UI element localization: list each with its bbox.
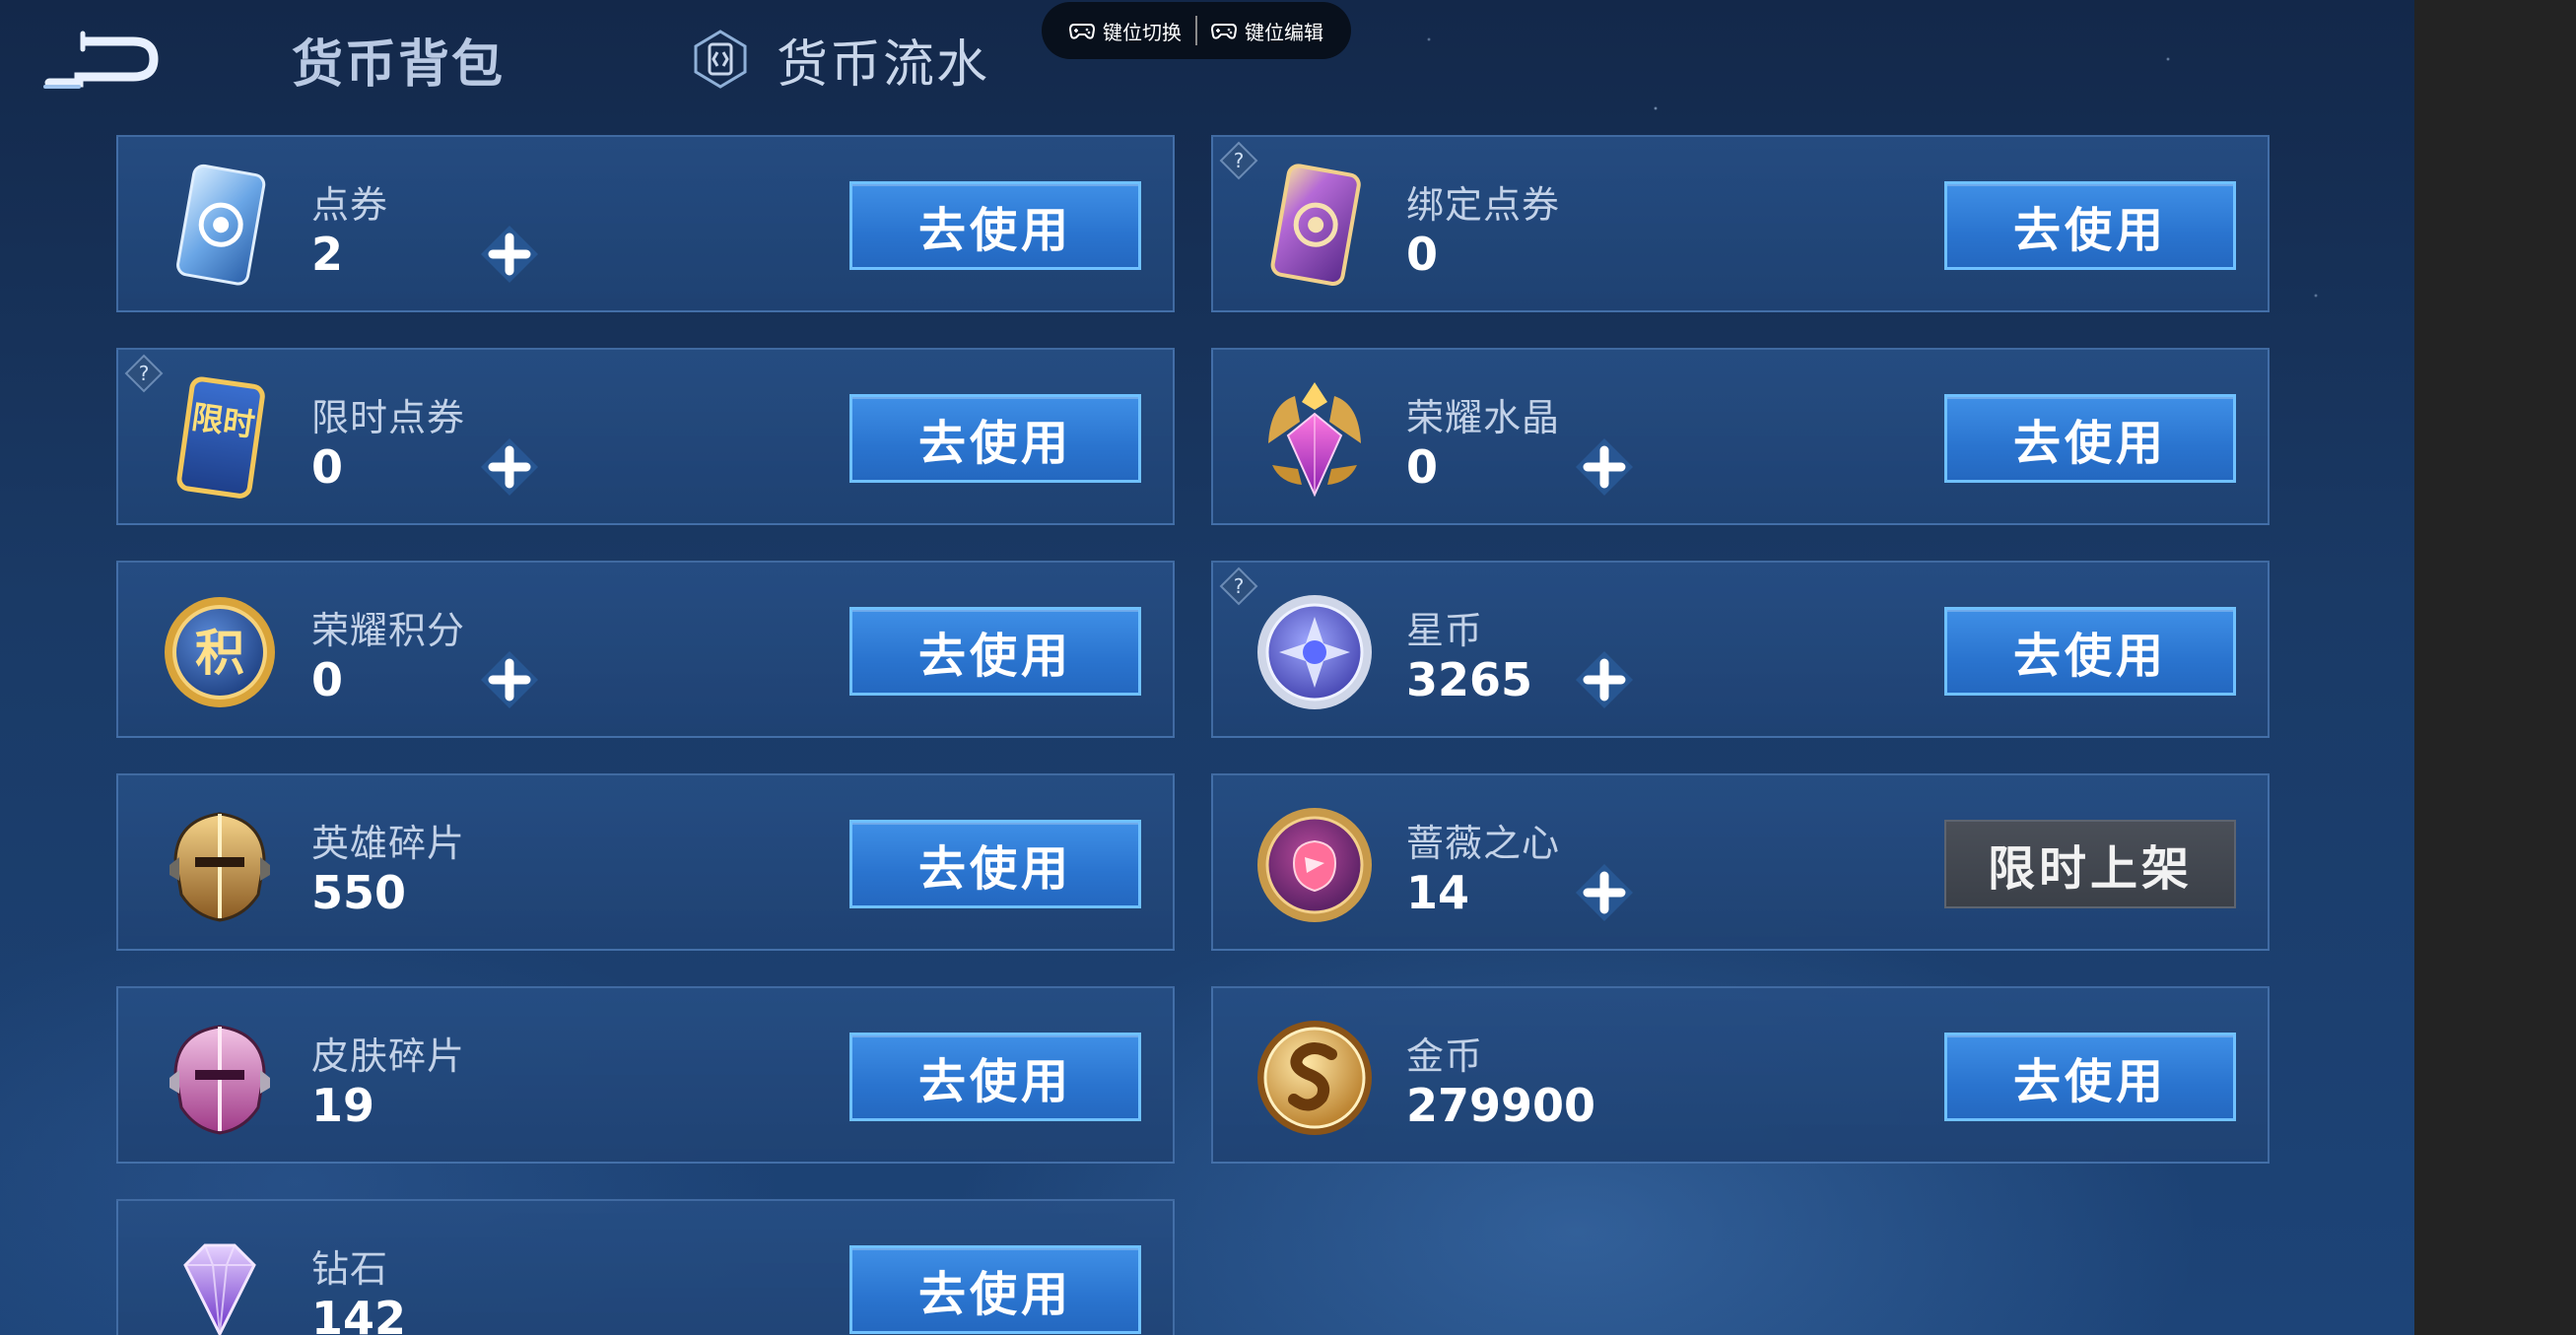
plus-icon <box>1576 864 1633 921</box>
tab-currency-flow[interactable]: 货币流水 <box>690 20 989 99</box>
skin-fragment-icon <box>156 1013 284 1141</box>
currency-card-diamond: 钻石 142 去使用 <box>116 1199 1175 1335</box>
use-glory-crystal-button[interactable]: 去使用 <box>1944 394 2236 483</box>
add-glory-crystal-button[interactable] <box>1572 434 1637 500</box>
svg-text:?: ? <box>139 362 150 385</box>
currency-name: 英雄碎片 <box>311 822 466 865</box>
currency-backpack-screen: 货币背包 货币流水 键位切换 键位编辑 点券 2 去使用 ? 绑定点券 0 去使… <box>0 0 2414 1335</box>
currency-card-limited-voucher: ? 限时 限时点券 0 去使用 <box>116 348 1175 525</box>
currency-card-rose-heart: 蔷薇之心 14 限时上架 <box>1211 773 2270 951</box>
back-button[interactable] <box>39 28 163 97</box>
currency-card-glory-crystal: 荣耀水晶 0 去使用 <box>1211 348 2270 525</box>
currency-name: 星币 <box>1406 609 1484 652</box>
tab-currency-backpack[interactable]: 货币背包 <box>292 20 505 99</box>
screen-letterbox <box>2414 0 2576 1335</box>
diamond-icon <box>156 1226 284 1335</box>
currency-name: 金币 <box>1406 1035 1484 1078</box>
currency-value: 0 <box>311 440 344 494</box>
voucher-card-icon <box>156 162 284 290</box>
currency-card-star-coin: ? 星币 3265 去使用 <box>1211 561 2270 738</box>
plus-icon <box>1576 438 1633 496</box>
currency-name: 蔷薇之心 <box>1406 822 1561 865</box>
keymap-edit-button[interactable]: 键位编辑 <box>1197 17 1337 45</box>
currency-value: 0 <box>1406 228 1439 281</box>
gold-coin-icon <box>1251 1013 1379 1141</box>
glory-points-icon: 积 <box>156 587 284 715</box>
add-glory-points-button[interactable] <box>477 647 542 712</box>
use-hero-fragment-button[interactable]: 去使用 <box>849 820 1141 908</box>
hero-fragment-icon <box>156 800 284 928</box>
use-voucher-button[interactable]: 去使用 <box>849 181 1141 270</box>
use-skin-fragment-button[interactable]: 去使用 <box>849 1033 1141 1121</box>
currency-name: 荣耀积分 <box>311 609 466 652</box>
bound-voucher-card-icon <box>1251 162 1379 290</box>
gamepad-icon <box>1069 24 1095 39</box>
currency-name: 点券 <box>311 183 389 227</box>
use-diamond-button[interactable]: 去使用 <box>849 1245 1141 1334</box>
currency-card-skin-fragment: 皮肤碎片 19 去使用 <box>116 986 1175 1164</box>
use-star-coin-button[interactable]: 去使用 <box>1944 607 2236 696</box>
gamepad-icon <box>1211 24 1237 39</box>
use-bound-voucher-button[interactable]: 去使用 <box>1944 181 2236 270</box>
add-voucher-button[interactable] <box>477 222 542 287</box>
currency-name: 皮肤碎片 <box>311 1035 466 1078</box>
currency-value: 550 <box>311 866 407 919</box>
plus-icon <box>481 438 538 496</box>
plus-icon <box>481 226 538 283</box>
currency-name: 钻石 <box>311 1247 389 1291</box>
currency-card-hero-fragment: 英雄碎片 550 去使用 <box>116 773 1175 951</box>
add-rose-heart-button[interactable] <box>1572 860 1637 925</box>
keymap-switch-label: 键位切换 <box>1103 20 1182 44</box>
currency-value: 14 <box>1406 866 1470 919</box>
limited-voucher-icon: 限时 <box>156 374 284 502</box>
add-star-coin-button[interactable] <box>1572 647 1637 712</box>
plus-icon <box>1576 651 1633 708</box>
currency-value: 2 <box>311 228 344 281</box>
currency-value: 0 <box>1406 440 1439 494</box>
currency-card-voucher: 点券 2 去使用 <box>116 135 1175 312</box>
star-coin-icon <box>1251 587 1379 715</box>
currency-card-bound-voucher: ? 绑定点券 0 去使用 <box>1211 135 2270 312</box>
currency-flow-icon <box>694 30 747 89</box>
currency-name: 限时点券 <box>311 396 466 439</box>
back-arrow-icon <box>43 31 159 89</box>
currency-name: 绑定点券 <box>1406 183 1561 227</box>
svg-text:?: ? <box>1234 574 1245 598</box>
currency-name: 荣耀水晶 <box>1406 396 1561 439</box>
keymap-edit-label: 键位编辑 <box>1245 20 1323 44</box>
limited-listing-button[interactable]: 限时上架 <box>1944 820 2236 908</box>
svg-text:?: ? <box>1234 149 1245 172</box>
currency-card-glory-points: 积 荣耀积分 0 去使用 <box>116 561 1175 738</box>
currency-value: 142 <box>311 1292 407 1335</box>
use-glory-points-button[interactable]: 去使用 <box>849 607 1141 696</box>
keymap-switch-button[interactable]: 键位切换 <box>1055 17 1195 45</box>
tab-currency-flow-label: 货币流水 <box>777 34 990 95</box>
plus-icon <box>481 651 538 708</box>
currency-value: 0 <box>311 653 344 706</box>
currency-value: 279900 <box>1406 1079 1596 1132</box>
keymap-toolbar: 键位切换 键位编辑 <box>1042 2 1351 59</box>
currency-card-gold-coin: 金币 279900 去使用 <box>1211 986 2270 1164</box>
rose-heart-icon <box>1251 800 1379 928</box>
tab-currency-backpack-label: 货币背包 <box>292 34 506 95</box>
add-limited-voucher-button[interactable] <box>477 434 542 500</box>
currency-value: 19 <box>311 1079 375 1132</box>
use-gold-coin-button[interactable]: 去使用 <box>1944 1033 2236 1121</box>
currency-value: 3265 <box>1406 653 1533 706</box>
svg-text:积: 积 <box>195 625 244 682</box>
glory-crystal-icon <box>1251 374 1379 502</box>
use-limited-voucher-button[interactable]: 去使用 <box>849 394 1141 483</box>
